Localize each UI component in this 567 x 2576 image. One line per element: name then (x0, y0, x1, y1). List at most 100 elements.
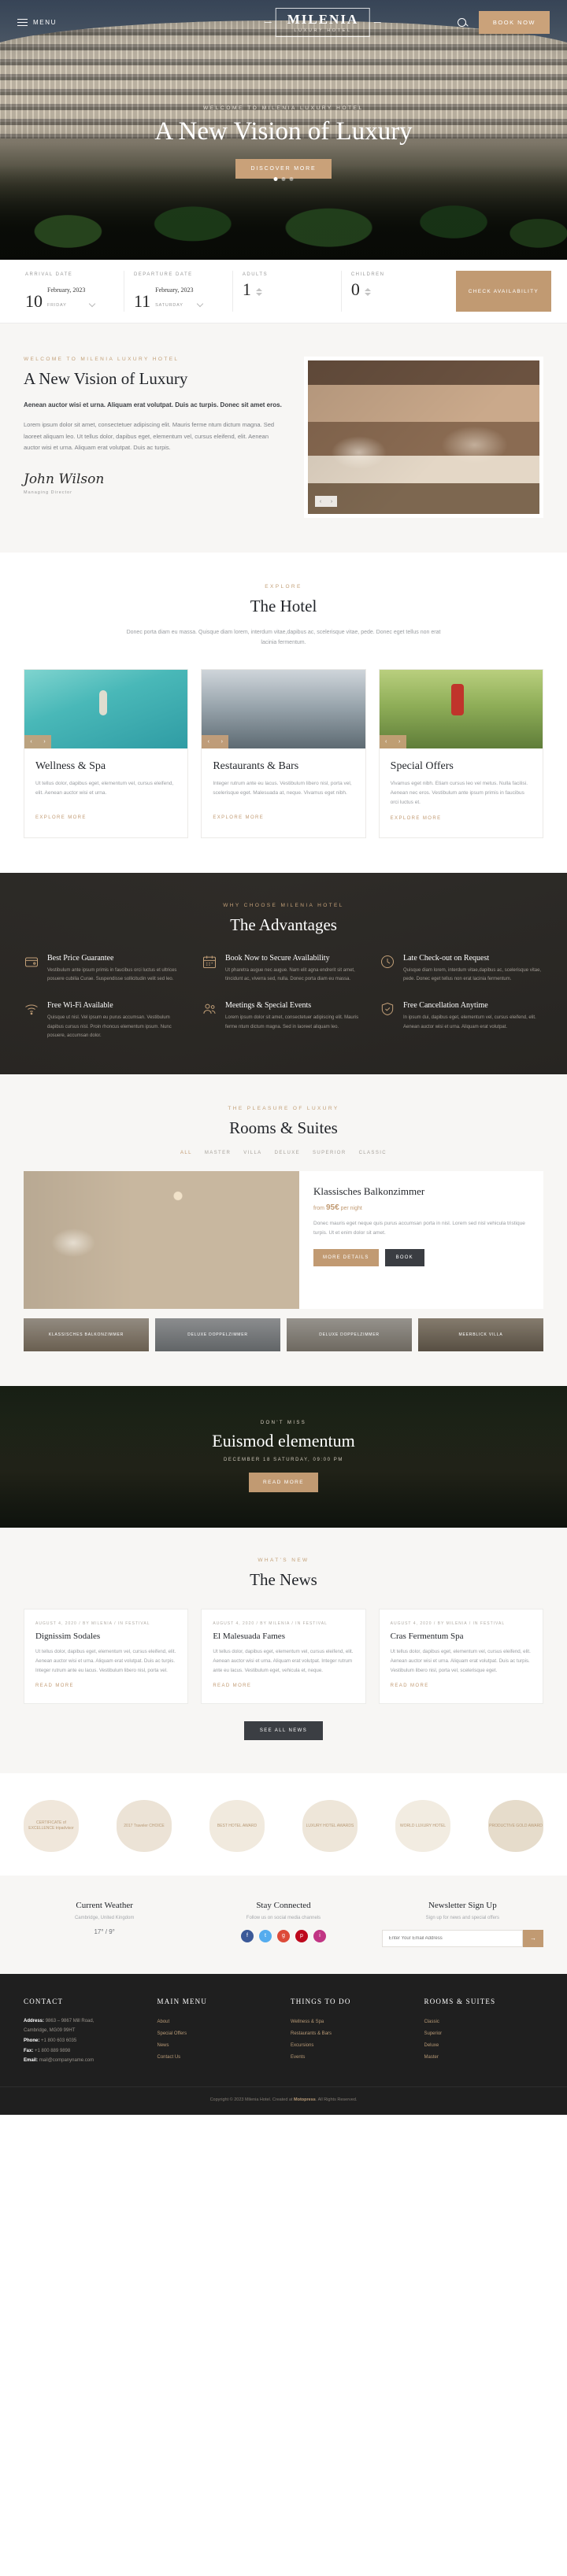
children-stepper[interactable] (364, 287, 371, 296)
twitter-icon[interactable]: t (258, 1929, 272, 1942)
hamburger-icon (17, 17, 28, 28)
adults-stepper[interactable] (255, 287, 262, 296)
search-icon[interactable] (457, 17, 466, 27)
arrival-chevron-down-icon[interactable] (89, 300, 96, 308)
card-prev-icon[interactable]: ‹ (24, 734, 38, 748)
adults-increment-icon[interactable] (255, 287, 262, 291)
footer-link-excursions[interactable]: Excursions (291, 2040, 410, 2052)
footer-link-superior[interactable]: Superior (424, 2028, 544, 2040)
hero-slider-dots[interactable] (273, 177, 294, 181)
footer-link-master[interactable]: Master (424, 2052, 544, 2064)
card-next-icon[interactable]: › (215, 734, 229, 748)
hero-discover-more-button[interactable]: DISCOVER MORE (235, 159, 332, 179)
footer-link-contact-us[interactable]: Contact Us (158, 2052, 277, 2064)
book-now-button[interactable]: BOOK NOW (478, 10, 550, 34)
footer-link-events[interactable]: Events (291, 2052, 410, 2064)
rooms-filter-all[interactable]: ALL (180, 1151, 192, 1155)
card-next-icon[interactable]: › (38, 734, 51, 748)
see-all-news-button[interactable]: SEE ALL NEWS (243, 1720, 324, 1740)
room-thumbnail[interactable]: MEERBLICK VILLA (418, 1318, 543, 1351)
hero-dot-2[interactable] (281, 177, 286, 181)
hotel-card[interactable]: ‹ › Restaurants & Bars Integer rutrum an… (201, 668, 366, 838)
hotel-card-explore-link[interactable]: EXPLORE MORE (213, 815, 264, 820)
menu-toggle-button[interactable]: MENU (17, 17, 57, 28)
card-slider-nav[interactable]: ‹ › (202, 734, 229, 748)
adults-decrement-icon[interactable] (255, 292, 262, 296)
footer-link-about[interactable]: About (158, 2016, 277, 2028)
check-availability-button[interactable]: CHECK AVAILABILITY (455, 271, 552, 312)
room-thumbnail[interactable]: DELUXE DOPPELZIMMER (155, 1318, 280, 1351)
footer-link-wellness-spa[interactable]: Wellness & Spa (291, 2016, 410, 2028)
news-card[interactable]: AUGUST 4, 2020 / BY MILENIA / IN FESTIVA… (24, 1608, 189, 1704)
adults-field[interactable]: ADULTS 1 (233, 271, 342, 312)
arrival-date-field[interactable]: ARRIVAL DATE 10 February, 2023 FRIDAY (16, 271, 124, 312)
google-plus-icon[interactable]: g (276, 1929, 290, 1942)
footer-link-special-offers[interactable]: Special Offers (158, 2028, 277, 2040)
children-increment-icon[interactable] (364, 287, 371, 291)
hero-dot-1[interactable] (273, 177, 278, 181)
news-card-text: Ut tellus dolor, dapibus eget, elementum… (213, 1648, 354, 1673)
card-next-icon[interactable]: › (392, 734, 406, 748)
promo-eyebrow: DON'T MISS (260, 1421, 307, 1426)
rooms-filter-master[interactable]: MASTER (205, 1151, 231, 1155)
departure-chevron-down-icon[interactable] (197, 300, 204, 308)
rooms-filter-tabs[interactable]: ALL MASTER VILLA DELUXE SUPERIOR CLASSIC (24, 1151, 543, 1155)
rooms-filter-deluxe[interactable]: DELUXE (275, 1151, 300, 1155)
news-card[interactable]: AUGUST 4, 2020 / BY MILENIA / IN FESTIVA… (201, 1608, 366, 1704)
hotel-card[interactable]: ‹ › Wellness & Spa Ut tellus dolor, dapi… (24, 668, 189, 838)
pinterest-icon[interactable]: p (295, 1929, 308, 1942)
site-logo[interactable]: MILENIA LUXURY HOTEL (264, 7, 381, 37)
card-prev-icon[interactable]: ‹ (379, 734, 393, 748)
footer-link-deluxe[interactable]: Deluxe (424, 2040, 544, 2052)
welcome-gallery-nav[interactable]: ‹ › (315, 496, 337, 507)
promo-read-more-button[interactable]: READ MORE (249, 1473, 318, 1493)
advantage-title: Free Wi-Fi Available (47, 1001, 113, 1011)
footer-things-heading: THINGS TO DO (291, 1997, 351, 2005)
departure-date-field[interactable]: DEPARTURE DATE 11 February, 2023 SATURDA… (124, 271, 233, 312)
menu-label: MENU (33, 18, 57, 26)
card-slider-nav[interactable]: ‹ › (379, 734, 406, 748)
welcome-gallery-prev-icon[interactable]: ‹ (315, 496, 326, 507)
room-thumbnails[interactable]: KLASSISCHES BALKONZIMMER DELUXE DOPPELZI… (24, 1318, 543, 1351)
footer-email-value[interactable]: mail@companyname.com (39, 2058, 94, 2063)
newsletter-submit-button[interactable]: → (522, 1929, 543, 1947)
price-prefix: from (313, 1205, 324, 1211)
rooms-filter-classic[interactable]: CLASSIC (359, 1151, 387, 1155)
news-read-more-link[interactable]: READ MORE (35, 1683, 74, 1688)
room-thumbnail[interactable]: KLASSISCHES BALKONZIMMER (24, 1318, 149, 1351)
social-widget-subtitle: Follow us on social media channels (246, 1915, 321, 1920)
room-thumbnail-label: DELUXE DOPPELZIMMER (155, 1318, 280, 1351)
social-links[interactable]: f t g p i (202, 1929, 364, 1942)
footer-link-classic[interactable]: Classic (424, 2016, 544, 2028)
book-room-button[interactable]: BOOK (384, 1248, 424, 1266)
hero-dot-3[interactable] (289, 177, 294, 181)
welcome-text-block: WELCOME TO MILENIA LUXURY HOTEL A New Vi… (24, 357, 284, 518)
instagram-icon[interactable]: i (313, 1929, 326, 1942)
welcome-gallery-next-icon[interactable]: › (326, 496, 337, 507)
card-prev-icon[interactable]: ‹ (202, 734, 216, 748)
welcome-eyebrow: WELCOME TO MILENIA LUXURY HOTEL (24, 357, 180, 362)
hotel-card[interactable]: ‹ › Special Offers Vivamus eget nibh. Et… (378, 668, 543, 838)
room-thumbnail[interactable]: DELUXE DOPPELZIMMER (287, 1318, 412, 1351)
copyright-brand[interactable]: Motopress (294, 2097, 316, 2102)
news-read-more-link[interactable]: READ MORE (213, 1683, 251, 1688)
news-card[interactable]: AUGUST 4, 2020 / BY MILENIA / IN FESTIVA… (378, 1608, 543, 1704)
hotel-card-explore-link[interactable]: EXPLORE MORE (391, 816, 442, 821)
footer-link-restaurants-bars[interactable]: Restaurants & Bars (291, 2028, 410, 2040)
newsletter-email-input[interactable] (381, 1929, 523, 1947)
footer-address-line2: Cambridge, MG09 99HT (24, 2028, 76, 2034)
hero-section: MENU MILENIA LUXURY HOTEL BOOK NOW WELCO… (0, 0, 567, 260)
facebook-icon[interactable]: f (240, 1929, 254, 1942)
more-details-button[interactable]: MORE DETAILS (313, 1248, 379, 1266)
children-decrement-icon[interactable] (364, 292, 371, 296)
card-slider-nav[interactable]: ‹ › (24, 734, 51, 748)
rooms-filter-superior[interactable]: SUPERIOR (313, 1151, 346, 1155)
footer-link-news[interactable]: News (158, 2040, 277, 2052)
children-field[interactable]: CHILDREN 0 (342, 271, 450, 312)
price-suffix: per night (340, 1205, 362, 1211)
room-thumbnail-label: KLASSISCHES BALKONZIMMER (24, 1318, 149, 1351)
hotel-card-explore-link[interactable]: EXPLORE MORE (35, 815, 87, 820)
news-read-more-link[interactable]: READ MORE (391, 1683, 429, 1688)
hotel-card-text: Ut tellus dolor, dapibus eget, elementum… (35, 780, 174, 796)
rooms-filter-villa[interactable]: VILLA (243, 1151, 261, 1155)
